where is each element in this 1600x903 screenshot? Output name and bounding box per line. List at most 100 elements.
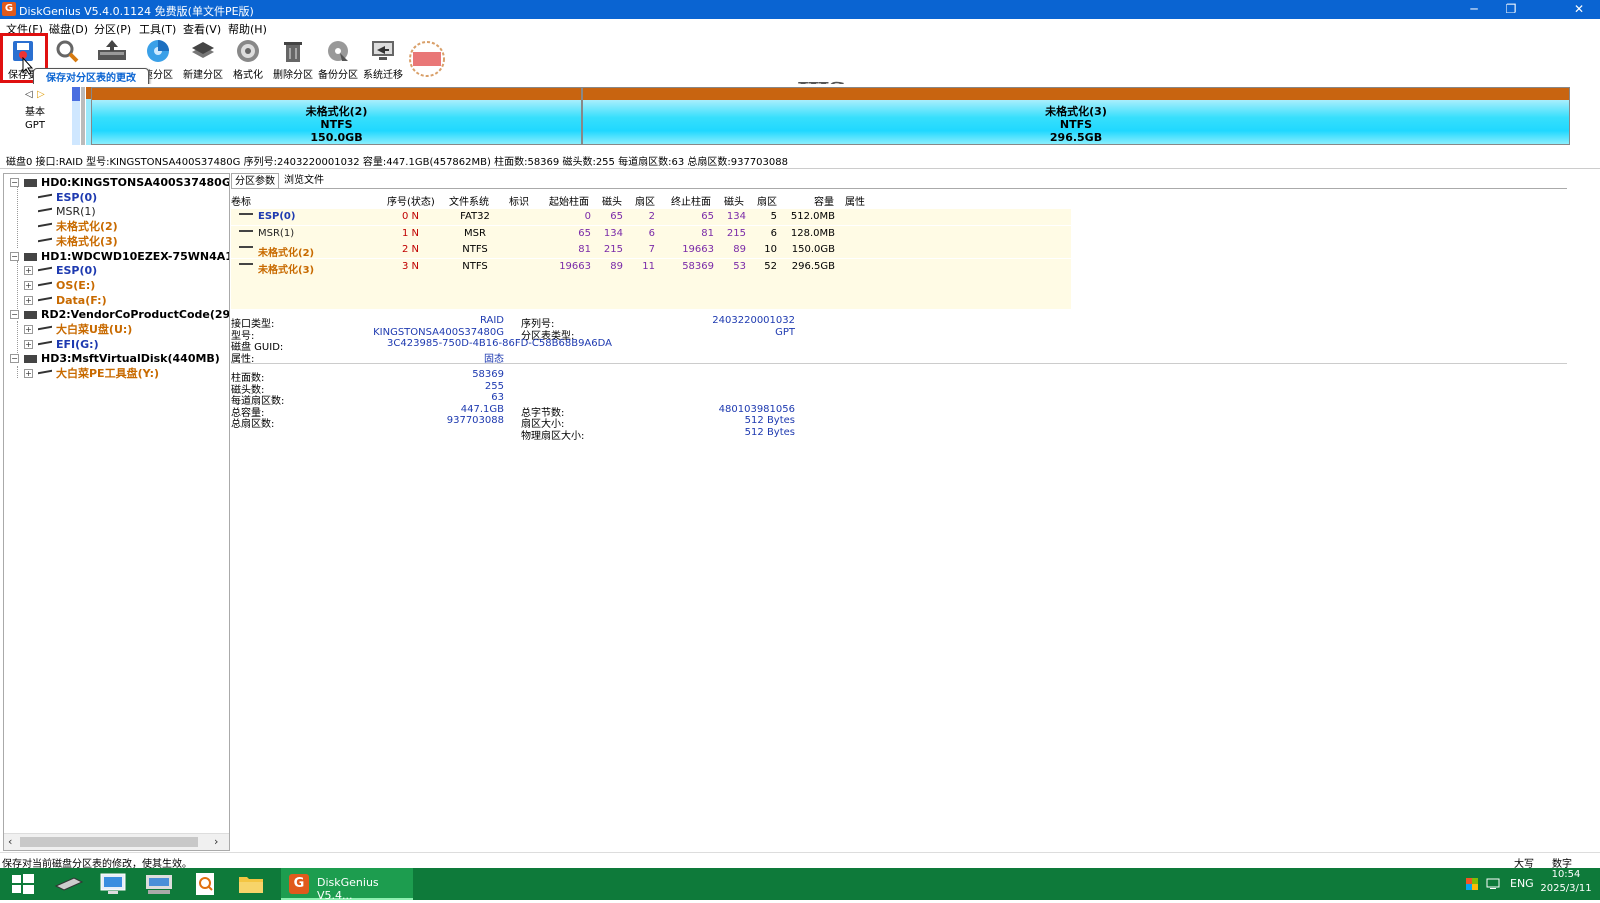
col-header-end-sec[interactable]: 扇区	[757, 193, 777, 208]
taskbar-network-app[interactable]	[136, 868, 182, 900]
clock-date[interactable]: 2025/3/11	[1538, 883, 1594, 894]
table-row[interactable]: MSR(1) 1 N MSR 65 134 6 81 215 6 128.0MB	[231, 225, 1071, 242]
next-disk-arrow-icon[interactable]: ▷	[37, 89, 45, 100]
col-header-start-sec[interactable]: 扇区	[635, 193, 655, 208]
disk-map-partition-3[interactable]: 未格式化(3) NTFS 296.5GB	[582, 87, 1570, 145]
promo-icon-button[interactable]	[404, 36, 450, 81]
disk-map-partition-2[interactable]: 未格式化(2) NTFS 150.0GB	[91, 87, 582, 145]
tree-horizontal-scrollbar[interactable]: ‹ ›	[4, 833, 229, 850]
partition-icon	[38, 208, 52, 217]
tree-node-label: MSR(1)	[56, 205, 96, 219]
minimize-button[interactable]: ─	[1455, 0, 1493, 19]
scroll-right-icon[interactable]: ›	[214, 835, 218, 848]
clock-time[interactable]: 10:54	[1546, 869, 1586, 880]
taskbar-computer-app[interactable]	[90, 868, 136, 900]
menu-disk[interactable]: 磁盘(D)	[49, 21, 88, 37]
expand-icon[interactable]: +	[24, 266, 33, 276]
expand-icon[interactable]: +	[24, 369, 33, 379]
promo-badge-icon	[409, 41, 445, 77]
col-header-label[interactable]: 卷标	[231, 193, 251, 208]
tree-partition-node[interactable]: MSR(1)	[24, 204, 96, 219]
tree-node-label: HD0:KINGSTONSA400S37480G(44	[41, 176, 230, 189]
cell-start-head: 215	[603, 244, 623, 255]
col-header-start-cyl[interactable]: 起始柱面	[549, 193, 589, 208]
table-row[interactable]: ESP(0) 0 N FAT32 0 65 2 65 134 5 512.0MB	[231, 209, 1071, 225]
collapse-icon[interactable]: −	[10, 251, 19, 261]
backup-partition-button[interactable]: 备份分区	[315, 36, 361, 81]
taskbar-search-app[interactable]	[182, 868, 228, 900]
disk-map-segment-esp[interactable]	[72, 87, 80, 145]
tree-partition-node[interactable]: + 大白菜PE工具盘(Y:)	[24, 366, 159, 381]
scrollbar-thumb[interactable]	[20, 837, 198, 847]
tree-node-label: Data(F:)	[56, 293, 107, 307]
close-button[interactable]: ✕	[1560, 0, 1598, 19]
menu-help[interactable]: 帮助(H)	[228, 21, 267, 37]
expand-icon[interactable]: +	[24, 280, 33, 290]
format-button[interactable]: 格式化	[225, 36, 271, 81]
col-header-id[interactable]: 标识	[509, 193, 529, 208]
menu-tools[interactable]: 工具(T)	[139, 21, 176, 37]
disk-map-segment-msr[interactable]	[81, 87, 85, 145]
tree-partition-node[interactable]: ESP(0)	[24, 190, 97, 205]
system-migration-button[interactable]: 系统迁移	[360, 36, 406, 81]
language-indicator[interactable]: ENG	[1510, 877, 1534, 890]
expand-icon[interactable]: +	[24, 339, 33, 349]
expand-icon[interactable]: +	[24, 325, 33, 334]
col-header-start-head[interactable]: 磁头	[602, 193, 622, 208]
delete-partition-button[interactable]: 删除分区	[270, 36, 316, 81]
network-icon	[146, 875, 172, 894]
col-header-end-head[interactable]: 磁头	[724, 193, 744, 208]
col-header-end-cyl[interactable]: 终止柱面	[671, 193, 711, 208]
col-header-size[interactable]: 容量	[814, 193, 834, 208]
menu-partition[interactable]: 分区(P)	[94, 21, 131, 37]
tree-partition-node[interactable]: + 大白菜U盘(U:)	[24, 322, 132, 337]
table-row[interactable]: 未格式化(2) 2 N NTFS 81 215 7 19663 89 10 150.0GB	[231, 242, 1071, 259]
cell-end-head: 215	[726, 227, 746, 239]
tree-partition-node[interactable]: + OS(E:)	[24, 278, 95, 293]
tree-partition-node[interactable]: + ESP(0)	[24, 263, 97, 278]
taskbar-diskgenius-app[interactable]: G DiskGenius V5.4...	[281, 868, 413, 902]
tree-partition-node[interactable]: + Data(F:)	[24, 293, 107, 308]
menu-view[interactable]: 查看(V)	[183, 21, 221, 37]
scroll-left-icon[interactable]: ‹	[8, 835, 12, 848]
system-migration-icon	[372, 41, 394, 60]
cell-end-cyl: 58369	[682, 260, 714, 272]
cell-label: ESP(0)	[258, 211, 296, 222]
partition-icon	[239, 246, 253, 251]
new-partition-button[interactable]: 新建分区	[180, 36, 226, 81]
tree-disk-node[interactable]: − HD0:KINGSTONSA400S37480G(44	[10, 175, 230, 190]
title-bar: G DiskGenius V5.4.0.1124 免费版(单文件PE版) ─ ❐…	[0, 0, 1600, 19]
taskbar-drive-app[interactable]	[46, 868, 92, 900]
tab-browse-files[interactable]: 浏览文件	[281, 173, 331, 189]
network-tray-icon[interactable]	[1486, 878, 1500, 890]
collapse-icon[interactable]: −	[10, 178, 19, 187]
taskbar-file-explorer[interactable]	[228, 868, 274, 900]
tree-partition-node[interactable]: + EFI(G:)	[24, 337, 99, 352]
tree-node-label: ESP(0)	[56, 190, 98, 204]
cell-size: 512.0MB	[790, 211, 835, 222]
tree-disk-node[interactable]: − RD2:VendorCoProductCode(29GB	[10, 307, 229, 322]
heads-value: 255	[484, 381, 504, 392]
col-header-seq[interactable]: 序号(状态)	[387, 193, 435, 208]
collapse-icon[interactable]: −	[10, 310, 19, 320]
cell-end-sec: 52	[764, 260, 777, 272]
expand-icon[interactable]: +	[24, 295, 33, 305]
taskbar-diskgenius-label: DiskGenius V5.4...	[317, 876, 379, 902]
restore-button[interactable]: ❐	[1492, 0, 1530, 19]
cell-start-head: 134	[603, 227, 623, 239]
tree-partition-node[interactable]: 未格式化(2)	[24, 219, 118, 234]
col-header-fs[interactable]: 文件系统	[449, 193, 489, 208]
tree-disk-node[interactable]: − HD3:MsftVirtualDisk(440MB)	[10, 351, 220, 366]
start-button[interactable]	[0, 868, 46, 900]
partition-2-fs: NTFS	[320, 118, 353, 131]
prev-disk-arrow-icon[interactable]: ◁	[25, 89, 33, 100]
collapse-icon[interactable]: −	[10, 354, 19, 364]
table-row[interactable]: 未格式化(3) 3 N NTFS 19663 89 11 58369 53 52 296.5GB	[231, 258, 1071, 276]
col-header-attr[interactable]: 属性	[845, 193, 865, 208]
sectors-label: 总扇区数:	[231, 419, 275, 430]
tab-partition-params[interactable]: 分区参数	[231, 173, 279, 189]
partition-icon	[38, 340, 52, 349]
tree-partition-node[interactable]: 未格式化(3)	[24, 234, 118, 249]
partition-icon	[239, 229, 253, 235]
tree-disk-node[interactable]: − HD1:WDCWD10EZEX-75WN4A1(93	[10, 249, 229, 264]
